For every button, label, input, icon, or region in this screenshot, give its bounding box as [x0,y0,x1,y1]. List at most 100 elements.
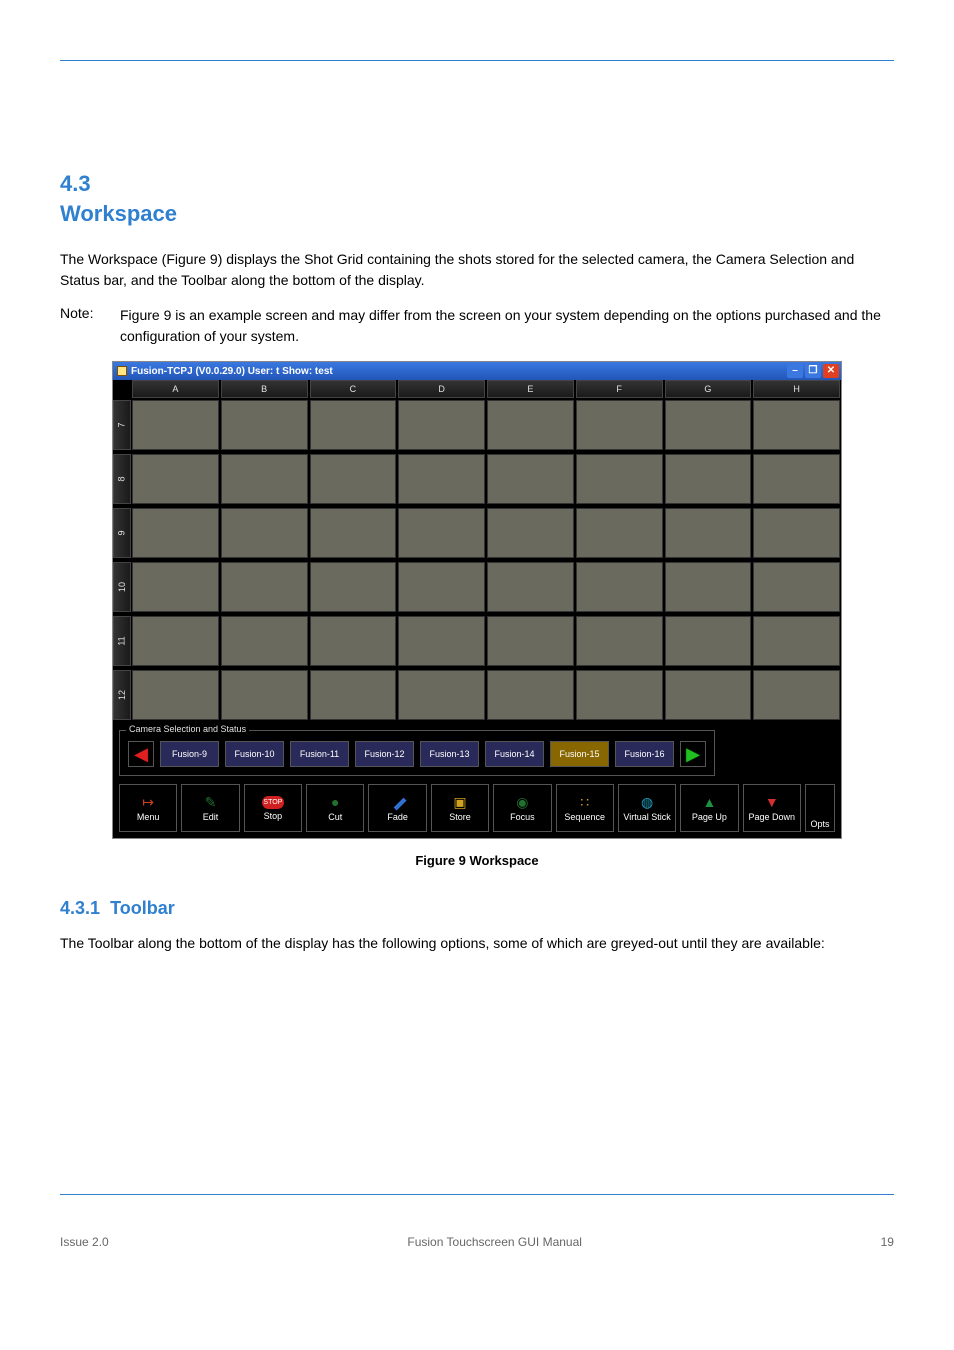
column-header[interactable]: D [398,380,485,398]
shot-cell[interactable] [576,562,663,612]
shot-cell[interactable] [310,616,397,666]
shot-cell[interactable] [665,454,752,504]
shot-cell[interactable] [753,454,840,504]
shot-cell[interactable] [576,616,663,666]
footer-center: Fusion Touchscreen GUI Manual [407,1235,582,1249]
shot-cell[interactable] [221,508,308,558]
close-button[interactable]: ✕ [823,364,839,378]
row-header[interactable]: 7 [113,400,131,450]
shot-cell[interactable] [665,670,752,720]
pageup-button[interactable]: ▲Page Up [680,784,738,832]
camera-button[interactable]: Fusion-16 [615,741,674,767]
shot-cell[interactable] [132,508,219,558]
stop-icon: STOP [262,796,284,809]
fade-button[interactable]: ▬Fade [368,784,426,832]
shot-cell[interactable] [132,400,219,450]
camera-next-button[interactable]: ▶ [680,741,706,767]
camera-button[interactable]: Fusion-14 [485,741,544,767]
column-header[interactable]: C [310,380,397,398]
shot-cell[interactable] [753,616,840,666]
shot-cell[interactable] [487,670,574,720]
row-header[interactable]: 9 [113,508,131,558]
cut-button[interactable]: ●Cut [306,784,364,832]
shot-cell[interactable] [132,670,219,720]
shot-cell[interactable] [576,508,663,558]
body-paragraph: The Toolbar along the bottom of the disp… [60,933,894,954]
camera-button[interactable]: Fusion-9 [160,741,219,767]
column-header[interactable]: B [221,380,308,398]
shot-cell[interactable] [310,508,397,558]
shot-cell[interactable] [753,562,840,612]
tool-label: Focus [510,812,535,822]
vs-icon: ◍ [638,794,656,810]
column-header[interactable]: H [753,380,840,398]
pagedown-button[interactable]: ▼ Page Down [743,784,801,832]
column-header[interactable]: A [132,380,219,398]
shot-cell[interactable] [753,508,840,558]
store-button[interactable]: ▣Store [431,784,489,832]
sequence-button[interactable]: ∷Sequence [556,784,614,832]
column-header[interactable]: G [665,380,752,398]
shot-cell[interactable] [221,400,308,450]
camera-button[interactable]: Fusion-12 [355,741,414,767]
shot-cell[interactable] [310,670,397,720]
stop-button[interactable]: STOPStop [244,784,302,832]
shot-cell[interactable] [221,670,308,720]
shot-cell[interactable] [221,562,308,612]
shot-cell[interactable] [665,562,752,612]
shot-cell[interactable] [487,562,574,612]
shot-cell[interactable] [665,508,752,558]
edit-button[interactable]: ✎Edit [181,784,239,832]
row-header[interactable]: 8 [113,454,131,504]
tool-label: Page Down [749,812,796,822]
shot-cell[interactable] [398,400,485,450]
shot-cell[interactable] [487,400,574,450]
shot-cell[interactable] [487,616,574,666]
shot-cell[interactable] [310,562,397,612]
shot-cell[interactable] [487,454,574,504]
shot-cell[interactable] [221,616,308,666]
cut-icon: ● [326,794,344,810]
shot-cell[interactable] [398,616,485,666]
shot-cell[interactable] [310,454,397,504]
shot-cell[interactable] [665,400,752,450]
shot-cell[interactable] [398,562,485,612]
row-header[interactable]: 12 [113,670,131,720]
shot-cell[interactable] [576,454,663,504]
vs-button[interactable]: ◍Virtual Stick [618,784,676,832]
camera-button[interactable]: Fusion-11 [290,741,349,767]
row-header[interactable]: 10 [113,562,131,612]
column-header[interactable]: E [487,380,574,398]
shot-cell[interactable] [398,670,485,720]
camera-selection-panel: Camera Selection and Status ◀ Fusion-9Fu… [119,730,715,776]
shot-cell[interactable] [398,508,485,558]
tool-label: Page Up [692,812,727,822]
column-header[interactable]: F [576,380,663,398]
shot-cell[interactable] [665,616,752,666]
menu-button[interactable]: ↦Menu [119,784,177,832]
focus-button[interactable]: ◉Focus [493,784,551,832]
shot-cell[interactable] [398,454,485,504]
shot-cell[interactable] [487,508,574,558]
shot-cell[interactable] [221,454,308,504]
pagedown-icon: ▼ [763,794,781,810]
shot-cell[interactable] [576,670,663,720]
row-header[interactable]: 11 [113,616,131,666]
opts-button[interactable]: Opts [805,784,835,832]
camera-button[interactable]: Fusion-10 [225,741,284,767]
shot-cell[interactable] [132,454,219,504]
camera-prev-button[interactable]: ◀ [128,741,154,767]
shot-cell[interactable] [753,400,840,450]
shot-cell[interactable] [132,616,219,666]
shot-cell[interactable] [753,670,840,720]
camera-button[interactable]: Fusion-13 [420,741,479,767]
minimize-button[interactable]: – [787,364,803,378]
footer-rule [60,1194,894,1195]
shot-cell[interactable] [310,400,397,450]
arrow-left-icon: ◀ [134,744,148,765]
shot-cell[interactable] [132,562,219,612]
shot-cell[interactable] [576,400,663,450]
camera-button[interactable]: Fusion-15 [550,741,609,767]
maximize-button[interactable]: ❐ [805,364,821,378]
shot-grid: ABCDEFGH 789101112 [113,380,841,726]
